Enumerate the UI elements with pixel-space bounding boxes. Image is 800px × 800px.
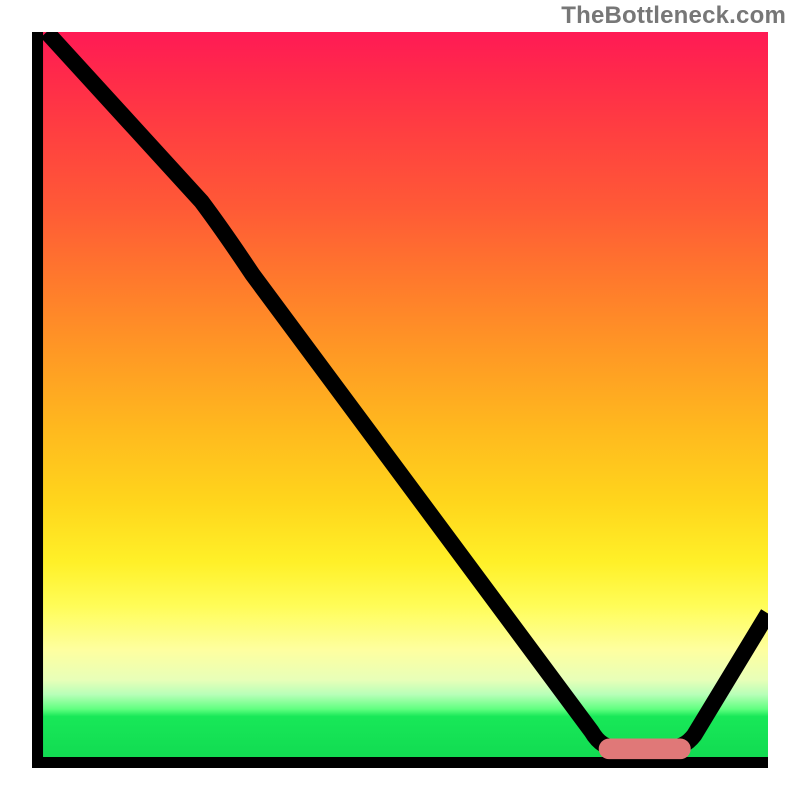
watermark-label: TheBottleneck.com — [561, 2, 786, 30]
chart-container: TheBottleneck.com — [0, 0, 800, 800]
plot-area — [32, 32, 768, 768]
bottleneck-curve — [47, 32, 768, 748]
plot-svg — [32, 32, 768, 768]
optimal-zone-marker — [599, 739, 691, 760]
